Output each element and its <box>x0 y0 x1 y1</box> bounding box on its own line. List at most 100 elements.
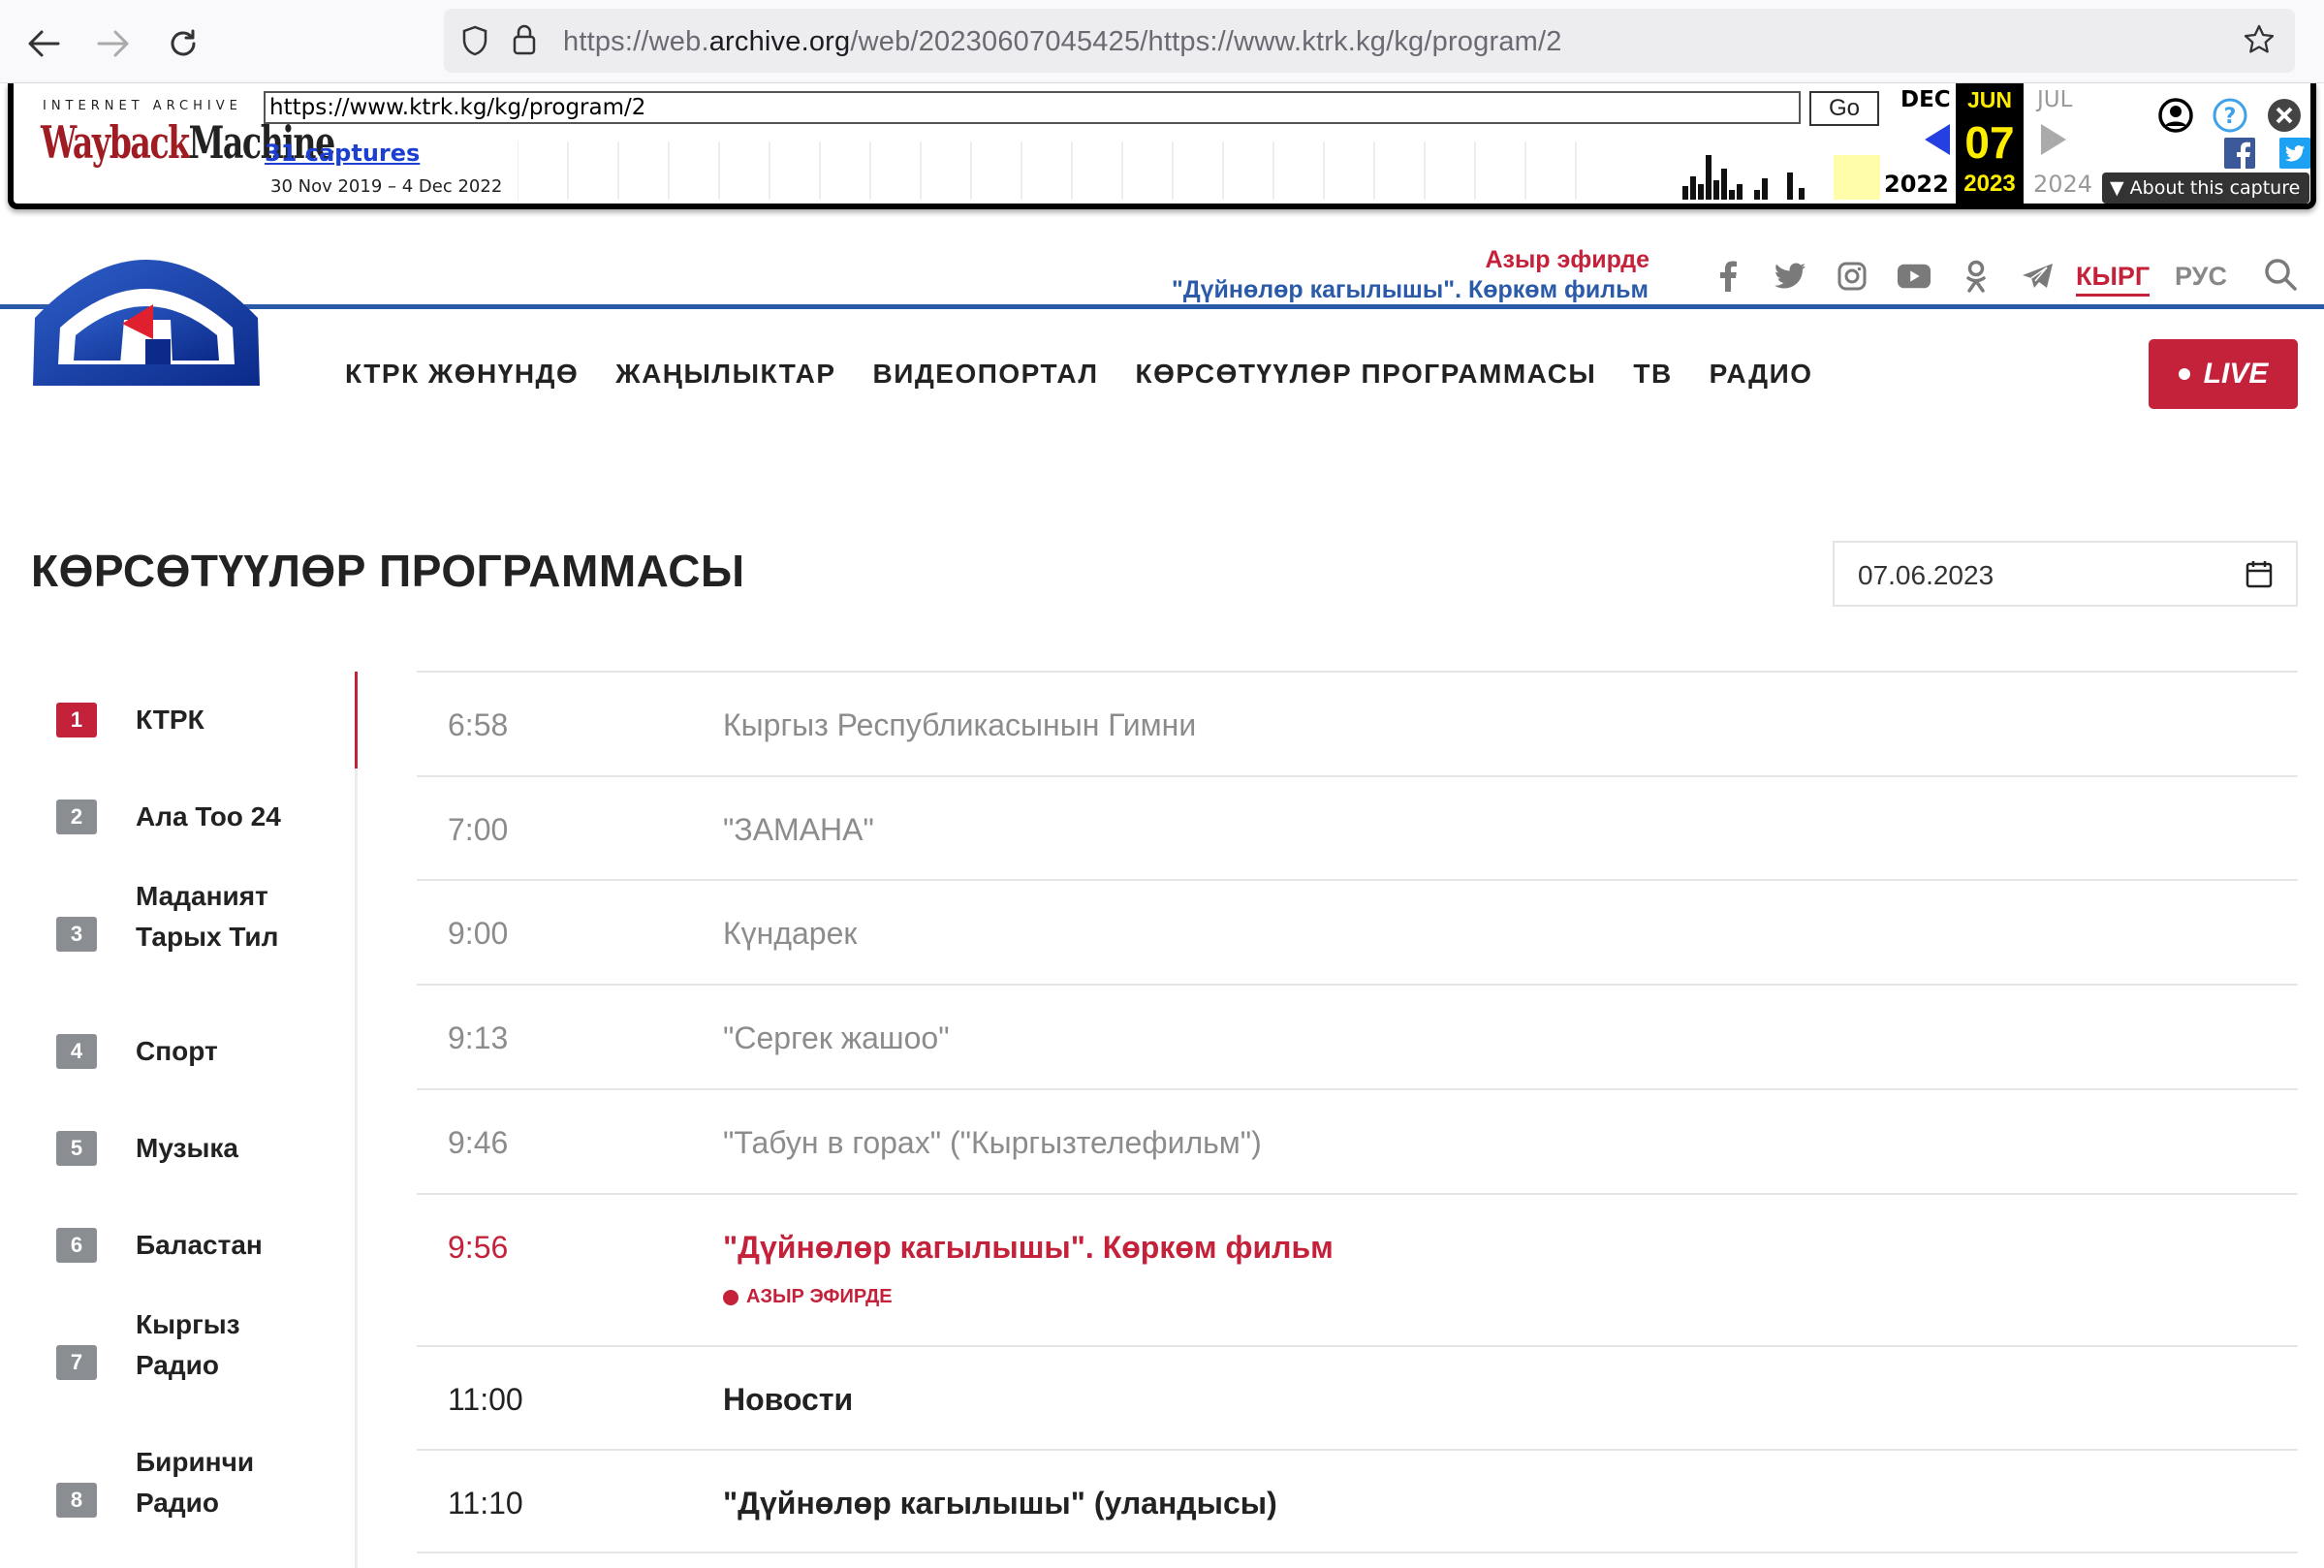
twitter-icon[interactable] <box>1774 260 1806 293</box>
channel-item[interactable]: 2 Ала Тоо 24 <box>56 800 330 837</box>
program-title: Новости <box>723 1382 854 1417</box>
program-row: 7:00 "ЗАМАНА" <box>417 775 2298 880</box>
program-title: "Дүйнөлөр кагылышы" (уландысы) <box>723 1486 1277 1521</box>
program-title: Кыргыз Республикасынын Гимни <box>723 707 1197 742</box>
prev-capture-icon[interactable] <box>1923 122 1952 157</box>
live-dot-icon <box>2178 368 2190 380</box>
channel-number: 6 <box>56 1228 97 1263</box>
channel-number: 5 <box>56 1131 97 1166</box>
nav-radio[interactable]: РАДИО <box>1710 359 1813 390</box>
instagram-icon[interactable] <box>1836 260 1869 293</box>
program-title: "Табун в горах" ("Кыргызтелефильм") <box>723 1125 1262 1160</box>
program-title: "Сергек жашоо" <box>723 1020 950 1055</box>
next-year: 2024 <box>2033 171 2093 198</box>
channel-number: 4 <box>56 1034 97 1069</box>
next-month: JUL <box>2037 87 2073 112</box>
program-row: 11:00 Новости <box>417 1345 2298 1449</box>
program-time: 9:46 <box>448 1125 509 1160</box>
live-now-show[interactable]: "Дүйнөлөр кагылышы". Көркөм фильм <box>1172 276 1649 304</box>
program-title: "ЗАМАНА" <box>723 812 874 847</box>
channel-item[interactable]: 5 Музыка <box>56 1131 330 1169</box>
lock-icon[interactable] <box>512 23 537 56</box>
facebook-icon[interactable] <box>1712 260 1744 293</box>
capture-range: 30 Nov 2019 – 4 Dec 2022 <box>270 176 503 197</box>
program-time: 9:00 <box>448 916 509 951</box>
program-time: 9:56 <box>448 1230 509 1265</box>
program-row: 11:10 "Дүйнөлөр кагылышы" (уландысы) <box>417 1449 2298 1553</box>
reload-icon[interactable] <box>157 17 209 70</box>
shield-icon[interactable] <box>461 25 488 56</box>
date-picker[interactable]: 07.06.2023 <box>1833 541 2298 607</box>
program-row: 6:58 Кыргыз Республикасынын Гимни <box>417 671 2298 775</box>
channel-name: КТРК <box>136 705 204 735</box>
svg-text:?: ? <box>2224 105 2237 129</box>
program-time: 9:13 <box>448 1020 509 1055</box>
program-row: 9:46 "Табун в горах" ("Кыргызтелефильм") <box>417 1088 2298 1193</box>
nav-news[interactable]: ЖАҢЫЛЫКТАР <box>615 359 835 390</box>
next-capture-icon <box>2041 124 2066 155</box>
help-icon[interactable]: ? <box>2212 97 2248 134</box>
search-icon[interactable] <box>2264 258 2297 296</box>
nav-about[interactable]: КТРК ЖӨНҮНДӨ <box>345 359 579 390</box>
channel-item[interactable]: 6 Баластан <box>56 1228 330 1266</box>
channel-name: Маданият Тарых Тил <box>136 881 279 952</box>
wayback-toolbar: INTERNET ARCHIVE WaybackMachine https://… <box>8 83 2316 209</box>
channel-item[interactable]: 4 Спорт <box>56 1034 330 1072</box>
lang-russian[interactable]: РУС <box>2175 262 2227 292</box>
program-row: 9:00 Күндарек <box>417 879 2298 984</box>
close-icon[interactable] <box>2266 97 2303 134</box>
program-time: 6:58 <box>448 707 509 742</box>
back-icon[interactable] <box>17 17 70 70</box>
page-title: КӨРСӨТҮҮЛӨР ПРОГРАММАСЫ <box>31 546 745 596</box>
header-divider <box>0 304 2324 309</box>
active-channel-indicator <box>355 672 358 768</box>
program-time: 11:00 <box>448 1382 523 1417</box>
program-row-live: 9:56 "Дүйнөлөр кагылышы". Көркөм фильм А… <box>417 1193 2298 1345</box>
youtube-icon[interactable] <box>1898 260 1931 293</box>
program-row: 9:13 "Сергек жашоо" <box>417 984 2298 1088</box>
facebook-share-icon[interactable] <box>2224 138 2255 169</box>
forward-icon[interactable] <box>87 17 140 70</box>
twitter-share-icon[interactable] <box>2279 138 2310 169</box>
prev-year[interactable]: 2022 <box>1884 171 1949 198</box>
channel-name: Биринчи Радио <box>136 1447 255 1518</box>
calendar-icon[interactable] <box>2245 559 2273 588</box>
go-button[interactable]: Go <box>1809 91 1879 126</box>
address-bar[interactable]: https://web.archive.org/web/202306070454… <box>444 9 2295 73</box>
lang-kyrgyz[interactable]: КЫРГ <box>2076 262 2151 297</box>
account-icon[interactable] <box>2157 97 2194 134</box>
nav-program-schedule[interactable]: КӨРСӨТҮҮЛӨР ПРОГРАММАСЫ <box>1136 359 1597 390</box>
channel-item[interactable]: 7 Кыргыз Радио <box>56 1309 271 1386</box>
prev-month[interactable]: DEC <box>1900 87 1951 112</box>
captures-link[interactable]: 31 captures <box>265 140 420 167</box>
channel-number: 7 <box>56 1345 97 1380</box>
channel-number: 2 <box>56 800 97 834</box>
capture-sparkline[interactable] <box>518 141 1894 200</box>
channel-item[interactable]: 1 КТРК <box>56 703 330 740</box>
channel-name: Музыка <box>136 1133 238 1163</box>
channel-number: 1 <box>56 703 97 737</box>
odnoklassniki-icon[interactable] <box>1960 260 1993 293</box>
telegram-icon[interactable] <box>2022 260 2055 293</box>
channel-list-divider <box>355 672 358 1568</box>
channel-item[interactable]: 3 Маданият Тарых Тил <box>56 881 291 957</box>
channel-number: 3 <box>56 917 97 952</box>
about-capture-button[interactable]: ▼ About this capture <box>2102 172 2309 204</box>
channel-number: 8 <box>56 1483 97 1518</box>
wayback-url-input[interactable]: https://www.ktrk.kg/kg/program/2 <box>264 91 1801 124</box>
nav-tv[interactable]: ТВ <box>1633 359 1672 390</box>
ktrk-logo[interactable] <box>25 231 267 400</box>
url-text[interactable]: https://web.archive.org/web/202306070454… <box>563 26 1562 58</box>
on-air-dot-icon <box>723 1289 738 1305</box>
on-air-badge: АЗЫР ЭФИРДЕ <box>723 1286 893 1308</box>
channel-item[interactable]: 8 Биринчи Радио <box>56 1447 271 1523</box>
social-links <box>1712 260 2055 293</box>
channel-name: Ала Тоо 24 <box>136 801 281 831</box>
main-navigation: КТРК ЖӨНҮНДӨ ЖАҢЫЛЫКТАР ВИДЕОПОРТАЛ КӨРС… <box>345 359 1813 390</box>
nav-videoportal[interactable]: ВИДЕОПОРТАЛ <box>873 359 1099 390</box>
bookmark-star-icon[interactable] <box>2243 23 2276 56</box>
channel-name: Кыргыз Радио <box>136 1309 240 1380</box>
program-title: Күндарек <box>723 916 858 951</box>
live-button[interactable]: LIVE <box>2149 339 2298 409</box>
live-now-label: Азыр эфирде <box>1485 246 1649 273</box>
